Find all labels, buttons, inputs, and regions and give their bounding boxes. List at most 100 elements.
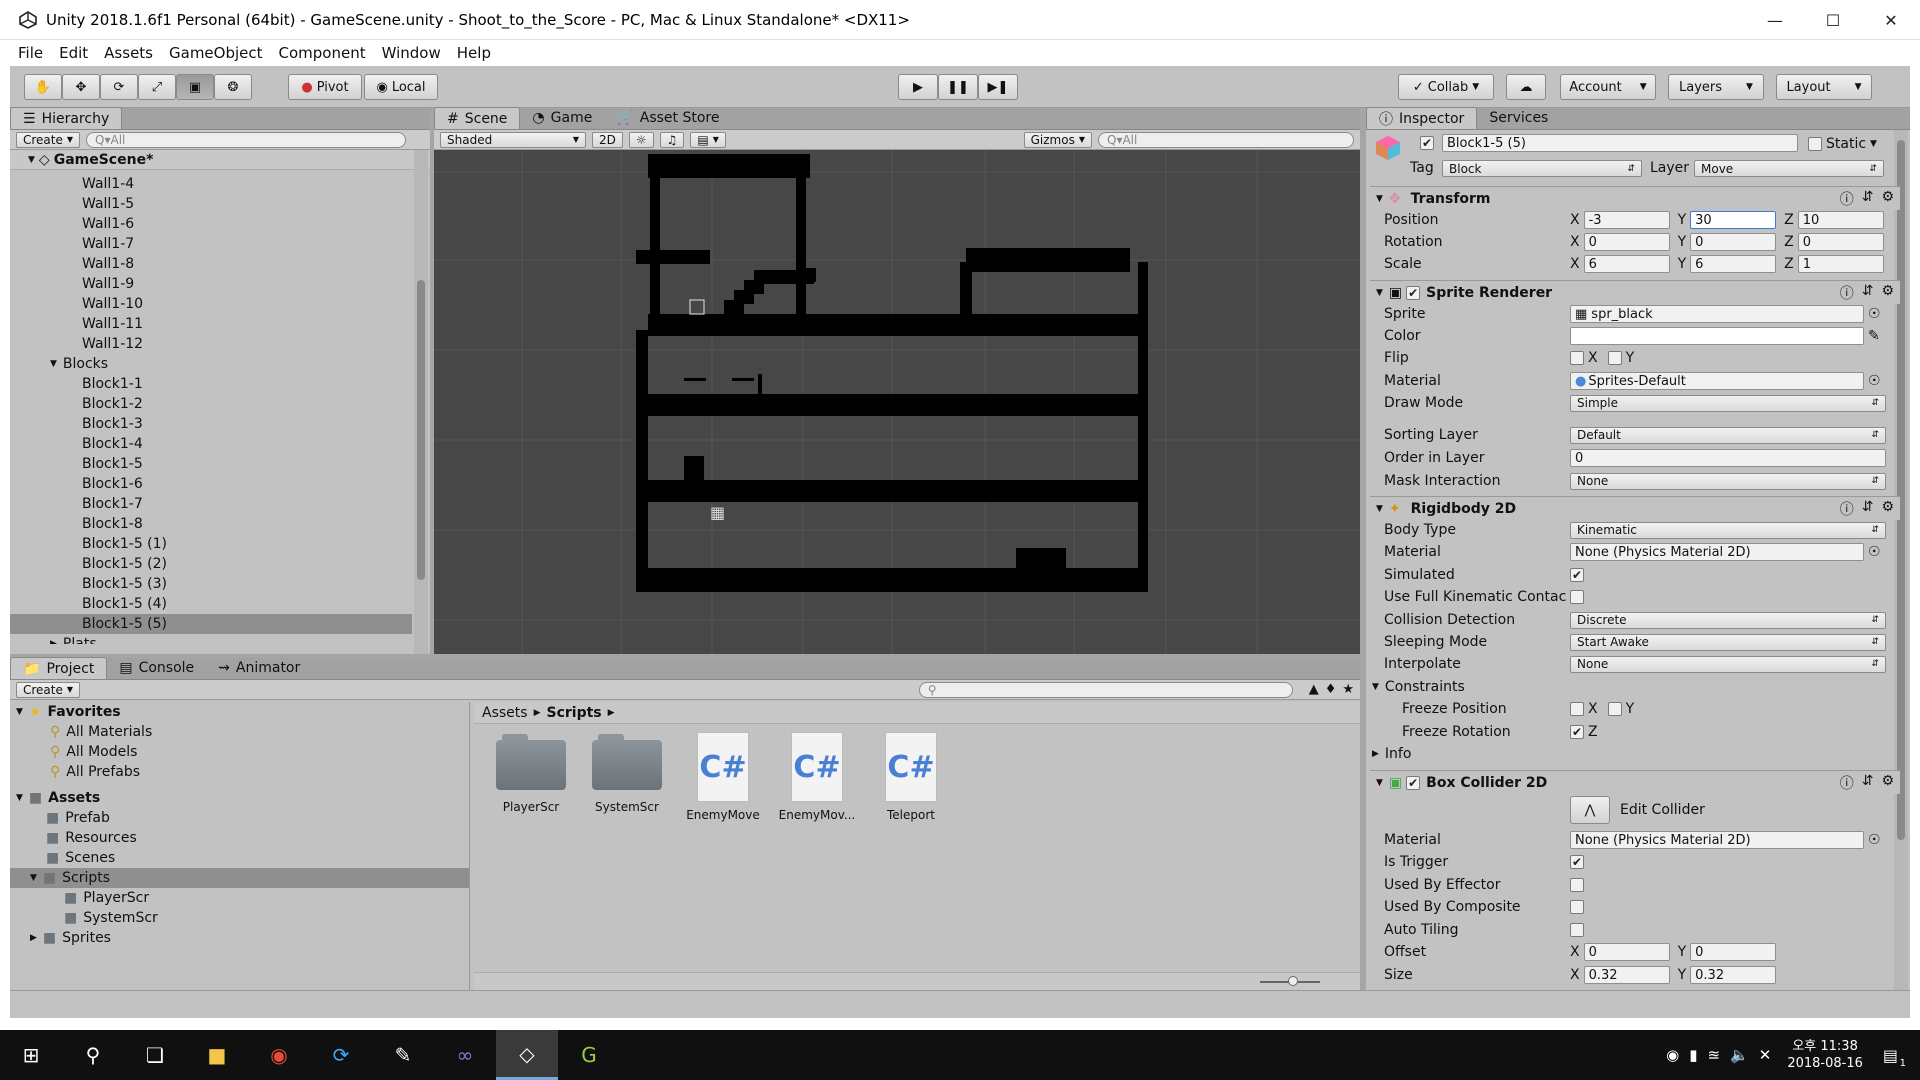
search-button[interactable]: ⚲ bbox=[62, 1030, 124, 1080]
hierarchy-item[interactable]: Wall1-10 bbox=[10, 294, 412, 314]
edit-collider-button[interactable]: ⋀ bbox=[1570, 796, 1610, 824]
favorites-group[interactable]: ▼ ★ Favorites bbox=[10, 702, 469, 722]
box-collider-header[interactable]: ▼ ▣ ✔ Box Collider 2D ⓘ ⇵ ⚙ bbox=[1370, 770, 1900, 794]
active-checkbox[interactable]: ✔ bbox=[1420, 136, 1434, 151]
steam-icon[interactable]: ◉ bbox=[1666, 1046, 1679, 1064]
project-tree-item[interactable]: ■ PlayerScr bbox=[10, 888, 469, 908]
object-picker-icon[interactable]: ☉ bbox=[1868, 306, 1881, 322]
size-x-field[interactable]: 0.32 bbox=[1583, 966, 1670, 984]
draw-mode-dropdown[interactable]: Simple ⇵ bbox=[1570, 394, 1886, 412]
menu-help[interactable]: Help bbox=[449, 44, 499, 62]
hierarchy-item[interactable]: Wall1-4 bbox=[10, 174, 412, 194]
hierarchy-item[interactable]: Wall1-5 bbox=[10, 194, 412, 214]
menu-assets[interactable]: Assets bbox=[96, 44, 161, 62]
volume-icon[interactable]: 🔈 bbox=[1730, 1046, 1749, 1064]
assets-group[interactable]: ▼ ■ Assets bbox=[10, 788, 469, 808]
scene-search-input[interactable]: Q▾All bbox=[1098, 131, 1354, 148]
selection-gizmo[interactable] bbox=[689, 299, 705, 315]
pivot-toggle[interactable]: ● Pivot bbox=[288, 74, 362, 100]
battery-icon[interactable]: ▮ bbox=[1689, 1046, 1697, 1064]
hierarchy-item[interactable]: Block1-5 (3) bbox=[10, 574, 412, 594]
project-tree-item[interactable]: ⚲ All Models bbox=[10, 742, 469, 762]
taskbar-explorer[interactable]: ■ bbox=[186, 1030, 248, 1080]
collapsed-triangle-icon[interactable]: ▶ bbox=[50, 639, 57, 644]
sprite-renderer-header[interactable]: ▼ ▣ ✔ Sprite Renderer ⓘ ⇵ ⚙ bbox=[1370, 280, 1900, 304]
hierarchy-item[interactable]: Block1-6 bbox=[10, 474, 412, 494]
hierarchy-create-dropdown[interactable]: Create ▼ bbox=[16, 131, 81, 148]
tab-project[interactable]: 📁 Project bbox=[10, 657, 108, 679]
play-button[interactable]: ▶ bbox=[898, 74, 938, 100]
project-tree-item[interactable]: ■ Scenes bbox=[10, 848, 469, 868]
filter-type-icon[interactable]: ▲ bbox=[1309, 682, 1319, 697]
local-toggle[interactable]: ◉ Local bbox=[364, 74, 438, 100]
asset-script-teleport[interactable]: C# Teleport bbox=[866, 732, 956, 822]
transform-tool-button[interactable]: ❂ bbox=[214, 74, 252, 100]
task-view-button[interactable]: ❏ bbox=[124, 1030, 186, 1080]
mode-2d-toggle[interactable]: 2D bbox=[592, 131, 623, 148]
help-icon[interactable]: ⓘ bbox=[1840, 773, 1854, 793]
project-tree-item[interactable]: ■ Resources bbox=[10, 828, 469, 848]
menu-file[interactable]: File bbox=[10, 44, 51, 62]
collapsed-triangle-icon[interactable]: ▶ bbox=[30, 933, 37, 943]
asset-folder-playerscr[interactable]: PlayerScr bbox=[486, 734, 576, 814]
settings-gear-icon[interactable]: ⚙ bbox=[1881, 499, 1894, 519]
hierarchy-scrollbar[interactable] bbox=[414, 150, 428, 654]
tab-services[interactable]: Services bbox=[1477, 107, 1560, 129]
expand-triangle-icon[interactable]: ▼ bbox=[30, 873, 37, 883]
menu-component[interactable]: Component bbox=[271, 44, 374, 62]
layer-dropdown[interactable]: Move ⇵ bbox=[1694, 160, 1884, 177]
taskbar-chrome[interactable]: ◉ bbox=[248, 1030, 310, 1080]
simulated-checkbox[interactable]: ✔ bbox=[1570, 568, 1584, 582]
tab-asset-store[interactable]: 🛒 Asset Store bbox=[604, 107, 731, 129]
expand-triangle-icon[interactable]: ▼ bbox=[16, 707, 23, 717]
hierarchy-item[interactable]: Wall1-8 bbox=[10, 254, 412, 274]
freeze-rot-z-checkbox[interactable]: ✔ bbox=[1570, 725, 1584, 739]
gizmos-dropdown[interactable]: Gizmos ▼ bbox=[1023, 131, 1092, 148]
hierarchy-item[interactable]: Block1-5 (1) bbox=[10, 534, 412, 554]
rigidbody-header[interactable]: ▼ ✦ Rigidbody 2D ⓘ ⇵ ⚙ bbox=[1370, 496, 1900, 520]
rotate-tool-button[interactable]: ⟳ bbox=[100, 74, 138, 100]
scale-z-field[interactable]: 1 bbox=[1797, 255, 1884, 273]
hierarchy-item[interactable]: Block1-1 bbox=[10, 374, 412, 394]
static-toggle[interactable]: Static ▼ bbox=[1808, 136, 1877, 152]
offset-y-field[interactable]: 0 bbox=[1690, 943, 1777, 961]
hierarchy-item[interactable]: Block1-5 (5) bbox=[10, 614, 412, 634]
zoom-slider-thumb[interactable] bbox=[1288, 976, 1298, 986]
start-button[interactable]: ⊞ bbox=[0, 1030, 62, 1080]
tab-console[interactable]: ▤ Console bbox=[107, 657, 206, 679]
project-create-dropdown[interactable]: Create ▼ bbox=[16, 681, 81, 698]
expand-triangle-icon[interactable]: ▼ bbox=[50, 359, 57, 369]
tab-game[interactable]: ◔ Game bbox=[520, 107, 604, 129]
asset-script-enemymove[interactable]: C# EnemyMove bbox=[678, 732, 768, 822]
taskbar-visual-studio[interactable]: ∞ bbox=[434, 1030, 496, 1080]
position-z-field[interactable]: 10 bbox=[1797, 211, 1884, 229]
static-checkbox[interactable] bbox=[1808, 137, 1822, 151]
help-icon[interactable]: ⓘ bbox=[1840, 499, 1854, 519]
account-dropdown[interactable]: Account ▼ bbox=[1560, 74, 1656, 100]
project-search-input[interactable]: ⚲ bbox=[918, 681, 1293, 698]
composite-checkbox[interactable] bbox=[1570, 900, 1584, 914]
tab-scene[interactable]: # Scene bbox=[434, 107, 521, 129]
hierarchy-item[interactable]: Block1-7 bbox=[10, 494, 412, 514]
preset-icon[interactable]: ⇵ bbox=[1862, 189, 1874, 209]
project-tree-item[interactable]: ▼ ■ Scripts bbox=[10, 868, 469, 888]
tab-inspector[interactable]: ⓘ Inspector bbox=[1366, 107, 1478, 129]
pause-button[interactable]: ❚❚ bbox=[938, 74, 978, 100]
tag-dropdown[interactable]: Block ⇵ bbox=[1442, 160, 1642, 177]
rotation-y-field[interactable]: 0 bbox=[1690, 233, 1777, 251]
body-type-dropdown[interactable]: Kinematic ⇵ bbox=[1570, 521, 1886, 539]
project-tree-item[interactable]: ▶ ■ Sprites bbox=[10, 928, 469, 948]
layers-dropdown[interactable]: Layers ▼ bbox=[1668, 74, 1764, 100]
expand-triangle-icon[interactable]: ▼ bbox=[16, 793, 23, 803]
favorite-star-icon[interactable]: ★ bbox=[1342, 682, 1354, 697]
breadcrumb-scripts[interactable]: Scripts bbox=[546, 705, 601, 721]
menu-edit[interactable]: Edit bbox=[51, 44, 96, 62]
move-tool-button[interactable]: ✥ bbox=[62, 74, 100, 100]
transform-header[interactable]: ▼ ✥ Transform ⓘ ⇵ ⚙ bbox=[1370, 186, 1900, 210]
settings-gear-icon[interactable]: ⚙ bbox=[1881, 773, 1894, 793]
hierarchy-item[interactable]: Wall1-6 bbox=[10, 214, 412, 234]
hierarchy-item[interactable]: Wall1-7 bbox=[10, 234, 412, 254]
project-tree-item[interactable]: ■ SystemScr bbox=[10, 908, 469, 928]
hierarchy-item[interactable]: Block1-2 bbox=[10, 394, 412, 414]
close-button[interactable]: ✕ bbox=[1862, 0, 1920, 40]
